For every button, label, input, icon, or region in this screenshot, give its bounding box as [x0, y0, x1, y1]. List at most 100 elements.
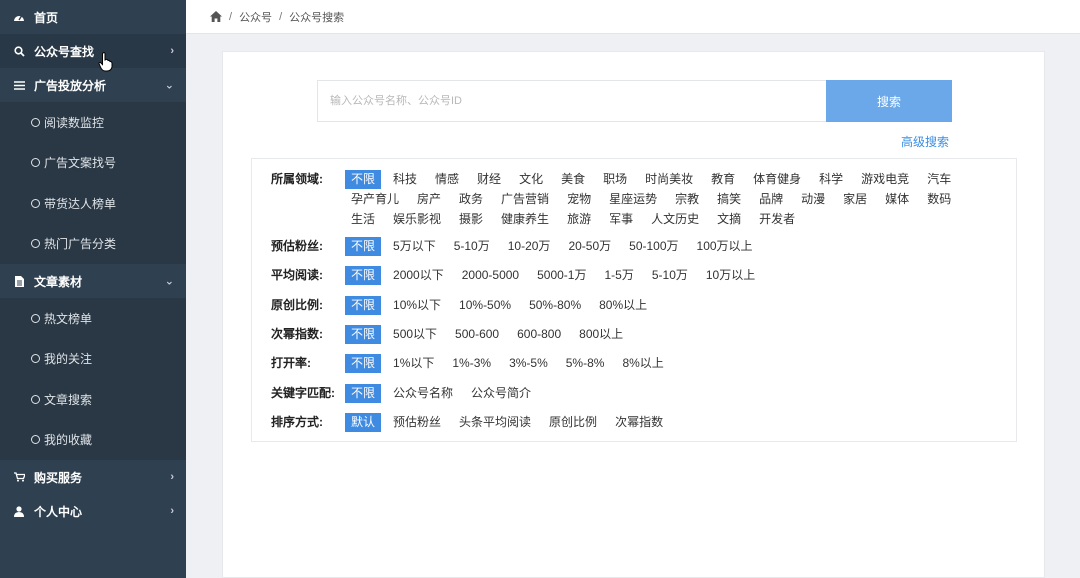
filter-option[interactable]: 800以上: [573, 325, 629, 344]
filter-option[interactable]: 美食: [555, 170, 591, 189]
filter-option[interactable]: 财经: [471, 170, 507, 189]
filter-option[interactable]: 数码: [921, 190, 957, 209]
filter-option[interactable]: 体育健身: [747, 170, 807, 189]
filter-label: 关键字匹配:: [271, 386, 335, 400]
filter-option-selected[interactable]: 不限: [345, 296, 382, 315]
filter-option[interactable]: 星座运势: [603, 190, 663, 209]
filter-option[interactable]: 文化: [513, 170, 549, 189]
circle-icon: [31, 117, 40, 127]
breadcrumb-item-wechat[interactable]: 公众号: [239, 9, 272, 25]
filter-option[interactable]: 科学: [813, 170, 849, 189]
filter-option[interactable]: 1%以下: [387, 354, 440, 373]
filter-option[interactable]: 搞笑: [711, 190, 747, 209]
filter-option[interactable]: 房产: [411, 190, 447, 209]
filter-option[interactable]: 军事: [603, 210, 639, 229]
filter-option-selected[interactable]: 不限: [345, 354, 382, 373]
sidebar-item-hot-articles[interactable]: 热文榜单: [0, 298, 186, 339]
filter-option[interactable]: 摄影: [453, 210, 489, 229]
filter-option[interactable]: 2000-5000: [456, 266, 525, 285]
filter-option-selected[interactable]: 默认: [345, 413, 382, 432]
filter-option[interactable]: 汽车: [921, 170, 957, 189]
filter-option[interactable]: 孕产育儿: [345, 190, 405, 209]
filter-option[interactable]: 健康养生: [495, 210, 555, 229]
filter-option-selected[interactable]: 不限: [345, 266, 382, 285]
filter-option[interactable]: 10万以上: [700, 266, 761, 285]
filter-option[interactable]: 媒体: [879, 190, 915, 209]
filter-option[interactable]: 公众号简介: [465, 384, 537, 403]
filter-option[interactable]: 10-20万: [502, 237, 557, 256]
filter-option[interactable]: 科技: [387, 170, 423, 189]
sidebar-item-seller-rank[interactable]: 带货达人榜单: [0, 183, 186, 224]
filter-option[interactable]: 文摘: [711, 210, 747, 229]
filter-option-selected[interactable]: 不限: [345, 325, 382, 344]
sidebar-item-hot-ad-category[interactable]: 热门广告分类: [0, 224, 186, 265]
filter-option[interactable]: 游戏电竞: [855, 170, 915, 189]
filter-option[interactable]: 娱乐影视: [387, 210, 447, 229]
filter-option[interactable]: 原创比例: [543, 413, 603, 432]
filter-option[interactable]: 10%以下: [387, 296, 447, 315]
filter-option[interactable]: 旅游: [561, 210, 597, 229]
search-bar: 搜索: [317, 80, 952, 122]
filter-option[interactable]: 10%-50%: [453, 296, 517, 315]
filter-option[interactable]: 次幂指数: [609, 413, 669, 432]
filter-option[interactable]: 5000-1万: [531, 266, 592, 285]
filter-option[interactable]: 情感: [429, 170, 465, 189]
filter-option[interactable]: 8%以上: [616, 354, 669, 373]
nav-ad-analysis[interactable]: 广告投放分析 ⌄: [0, 68, 186, 102]
home-icon[interactable]: [210, 11, 222, 22]
filter-option[interactable]: 家居: [837, 190, 873, 209]
filter-option[interactable]: 1-5万: [598, 266, 639, 285]
filter-option[interactable]: 5-10万: [448, 237, 496, 256]
user-icon: [12, 505, 26, 517]
sidebar-item-read-monitor[interactable]: 阅读数监控: [0, 102, 186, 143]
filter-option[interactable]: 50%-80%: [523, 296, 587, 315]
filter-option[interactable]: 人文历史: [645, 210, 705, 229]
nav-user-center[interactable]: 个人中心 ›: [0, 494, 186, 528]
sidebar-item-my-favorites[interactable]: 我的收藏: [0, 420, 186, 461]
advanced-search-link[interactable]: 高级搜索: [901, 133, 949, 150]
filter-option[interactable]: 职场: [597, 170, 633, 189]
sidebar-item-article-search[interactable]: 文章搜索: [0, 379, 186, 420]
filter-option[interactable]: 600-800: [511, 325, 567, 344]
filter-option[interactable]: 5万以下: [387, 237, 442, 256]
nav-wechat-search-label: 公众号查找: [34, 44, 95, 59]
filter-option[interactable]: 50-100万: [623, 237, 684, 256]
filter-option[interactable]: 宠物: [561, 190, 597, 209]
filter-option[interactable]: 开发者: [753, 210, 801, 229]
filter-option[interactable]: 时尚美妆: [639, 170, 699, 189]
nav-buy-service[interactable]: 购买服务 ›: [0, 460, 186, 494]
filter-option[interactable]: 80%以上: [593, 296, 653, 315]
filter-label: 次幂指数:: [271, 327, 323, 341]
filter-option[interactable]: 20-50万: [562, 237, 617, 256]
ad-analysis-submenu: 阅读数监控 广告文案找号 带货达人榜单 热门广告分类: [0, 102, 186, 264]
filter-option[interactable]: 1%-3%: [446, 354, 497, 373]
search-button[interactable]: 搜索: [826, 80, 952, 122]
sidebar-item-my-follow[interactable]: 我的关注: [0, 339, 186, 380]
filter-option-selected[interactable]: 不限: [345, 170, 382, 189]
filter-option[interactable]: 生活: [345, 210, 381, 229]
filter-option[interactable]: 动漫: [795, 190, 831, 209]
filter-option[interactable]: 头条平均阅读: [453, 413, 537, 432]
filter-option[interactable]: 品牌: [753, 190, 789, 209]
filter-option[interactable]: 宗教: [669, 190, 705, 209]
sidebar-item-ad-copy[interactable]: 广告文案找号: [0, 143, 186, 184]
search-input[interactable]: [317, 80, 826, 122]
filter-option[interactable]: 政务: [453, 190, 489, 209]
filter-option[interactable]: 2000以下: [387, 266, 450, 285]
filter-option[interactable]: 500-600: [449, 325, 505, 344]
filter-option[interactable]: 100万以上: [691, 237, 759, 256]
filter-option[interactable]: 公众号名称: [387, 384, 459, 403]
nav-ad-analysis-label: 广告投放分析: [34, 78, 107, 93]
filter-option-selected[interactable]: 不限: [345, 384, 382, 403]
nav-home[interactable]: 首页: [0, 0, 186, 34]
filter-option[interactable]: 预估粉丝: [387, 413, 447, 432]
filter-option[interactable]: 500以下: [387, 325, 443, 344]
filter-option-selected[interactable]: 不限: [345, 237, 382, 256]
filter-option[interactable]: 教育: [705, 170, 741, 189]
filter-option[interactable]: 5-10万: [646, 266, 694, 285]
nav-wechat-search[interactable]: 公众号查找 ›: [0, 34, 186, 68]
filter-option[interactable]: 5%-8%: [560, 354, 611, 373]
nav-article-material[interactable]: 文章素材 ⌄: [0, 264, 186, 298]
filter-option[interactable]: 广告营销: [495, 190, 555, 209]
filter-option[interactable]: 3%-5%: [503, 354, 554, 373]
